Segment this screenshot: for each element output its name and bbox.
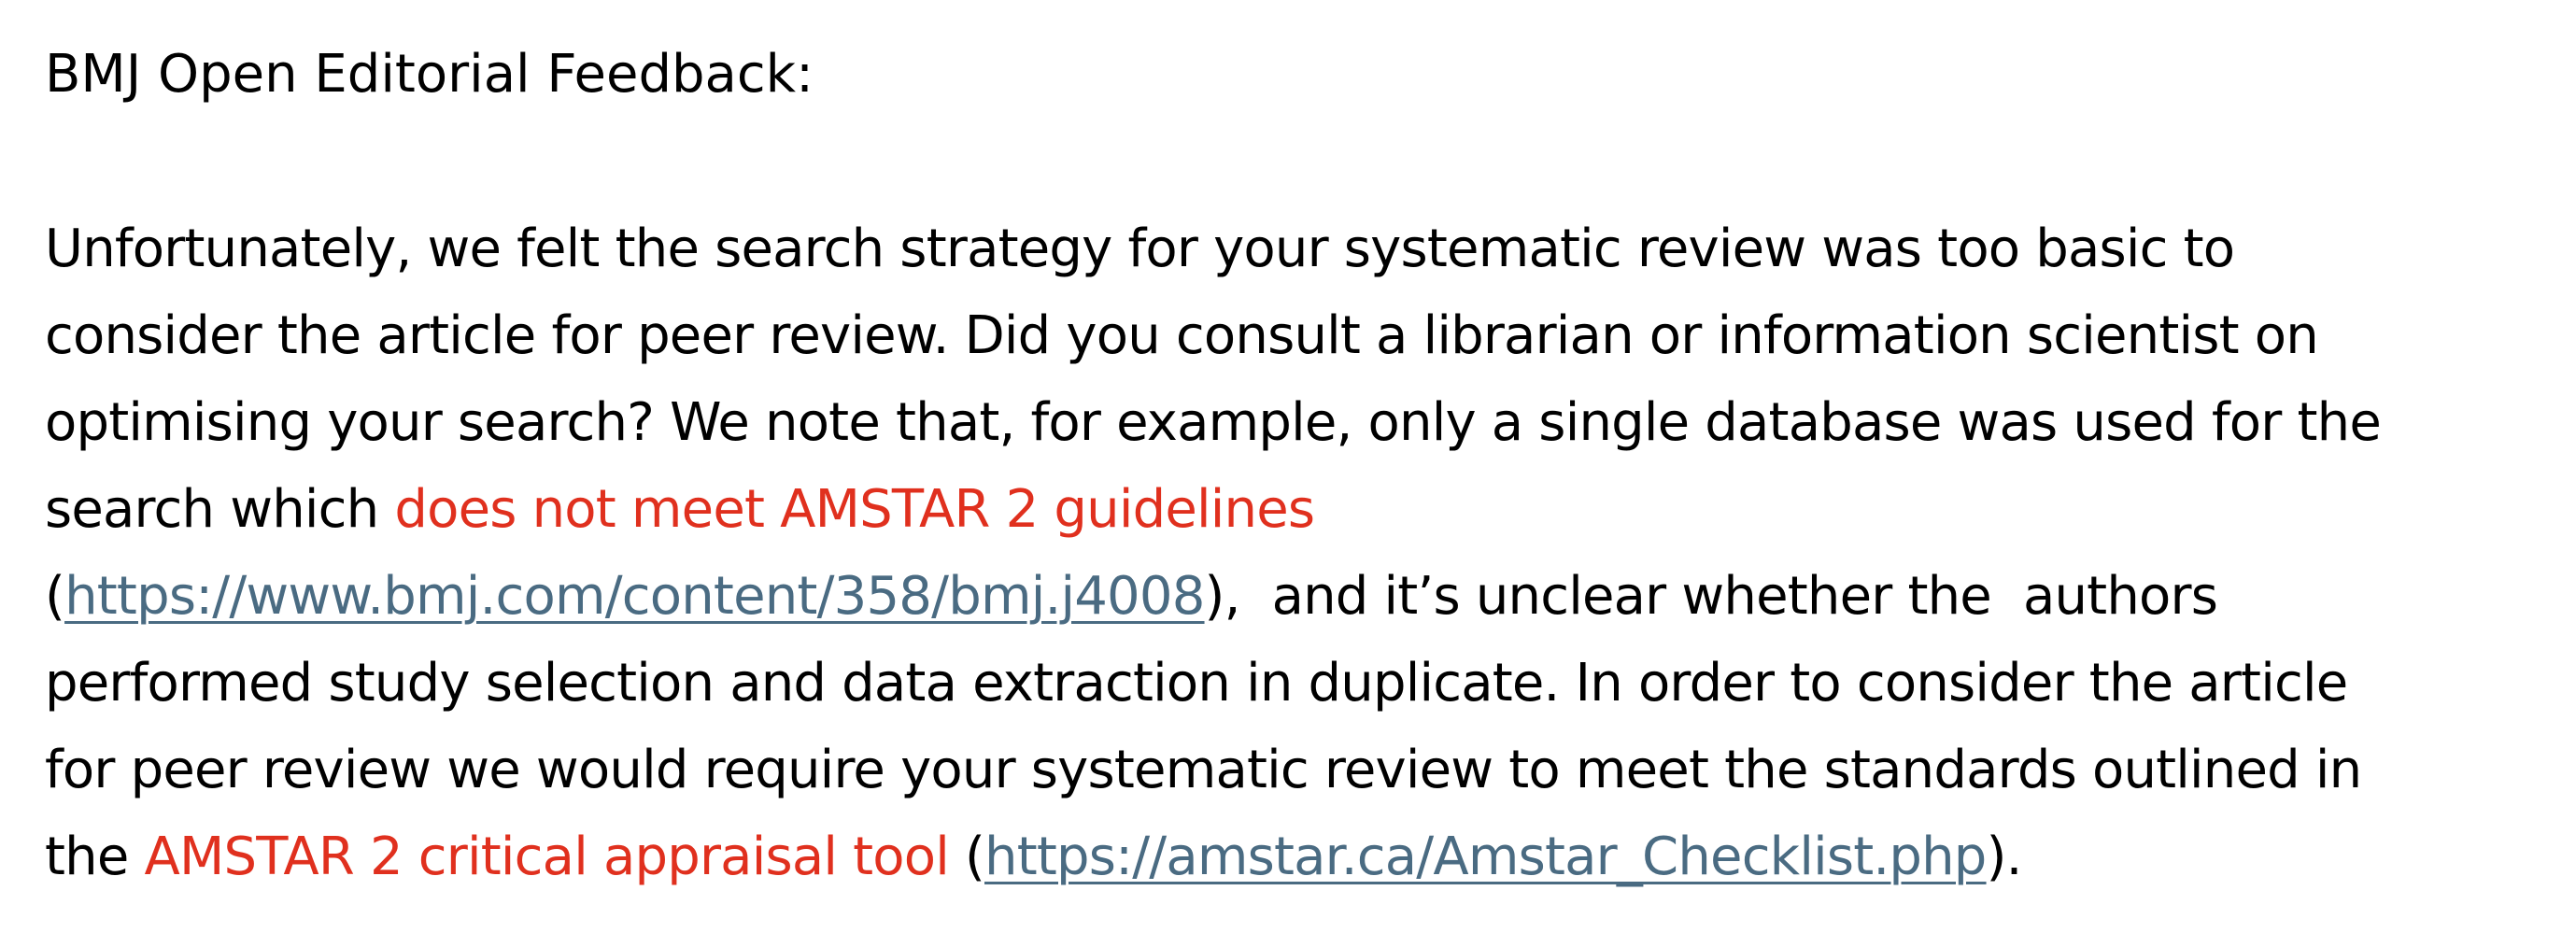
line-8-text: the: [45, 827, 145, 887]
paragraph-line-1: Unfortunately, we felt the search strate…: [45, 219, 2235, 279]
amstar-tool-highlight: AMSTAR 2 critical appraisal tool: [144, 827, 950, 887]
feedback-paragraph: Unfortunately, we felt the search strate…: [45, 205, 2382, 900]
paragraph-line-4: search which does not meet AMSTAR 2 guid…: [45, 466, 2381, 553]
paragraph-line-6: performed study selection and data extra…: [45, 653, 2348, 714]
open-paren-2: (: [948, 827, 985, 887]
amstar-checklist-link[interactable]: https://amstar.ca/Amstar_Checklist.php: [984, 827, 1987, 887]
paragraph-line-7: for peer review we would require your sy…: [45, 740, 2362, 800]
line-4-text: search which: [45, 479, 395, 540]
paragraph-line-8: the AMSTAR 2 critical appraisal tool (ht…: [45, 813, 2381, 900]
document-heading: BMJ Open Editorial Feedback:: [45, 44, 814, 105]
line-5-text: ), and it’s unclear whether the authors: [1204, 566, 2218, 627]
open-paren: (: [45, 566, 65, 627]
paragraph-line-3: optimising your search? We note that, fo…: [45, 392, 2382, 453]
bmj-article-link[interactable]: https://www.bmj.com/content/358/bmj.j400…: [64, 566, 1205, 627]
paragraph-line-5: (https://www.bmj.com/content/358/bmj.j40…: [45, 553, 2381, 640]
closing-text: ).: [1986, 827, 2023, 887]
paragraph-line-2: consider the article for peer review. Di…: [45, 305, 2319, 366]
amstar-guidelines-highlight: does not meet AMSTAR 2 guidelines: [394, 479, 1315, 540]
